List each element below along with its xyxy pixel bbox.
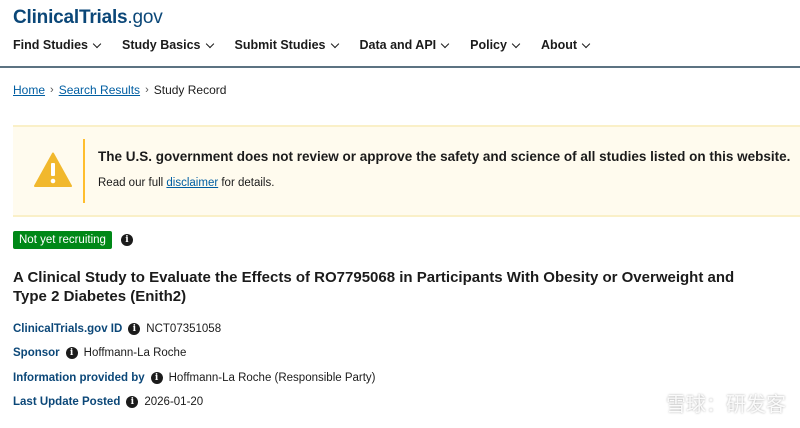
field-value: Hoffmann-La Roche (Responsible Party) xyxy=(168,372,376,384)
header-divider xyxy=(0,66,800,68)
alert-heading: The U.S. government does not review or a… xyxy=(98,149,791,164)
disclaimer-alert: The U.S. government does not review or a… xyxy=(13,125,800,217)
alert-body: Read our full disclaimer for details. xyxy=(98,177,274,189)
chevron-down-icon xyxy=(330,39,339,48)
alert-divider xyxy=(83,139,85,203)
watermark: 雪球：研发客 xyxy=(632,388,786,417)
alert-body-text: Read our full xyxy=(98,177,167,189)
info-icon[interactable]: i xyxy=(65,347,78,359)
breadcrumb-search-results-link[interactable]: Search Results xyxy=(59,83,140,97)
warning-icon xyxy=(34,152,72,187)
field-value: Hoffmann-La Roche xyxy=(83,347,187,359)
nav-label: Submit Studies xyxy=(234,38,326,52)
info-icon[interactable]: i xyxy=(126,396,139,408)
nav-label: Policy xyxy=(470,38,507,52)
site-logo[interactable]: ClinicalTrials.gov xyxy=(13,7,163,29)
main-nav: Find Studies Study Basics Submit Studies… xyxy=(13,38,611,52)
field-label: Information provided by xyxy=(13,372,145,384)
nav-find-studies[interactable]: Find Studies xyxy=(13,38,102,52)
nav-about[interactable]: About xyxy=(540,38,591,52)
status-badge: Not yet recruiting xyxy=(13,231,112,249)
nav-label: Find Studies xyxy=(13,38,88,52)
field-value: 2026-01-20 xyxy=(144,396,204,408)
info-icon[interactable]: i xyxy=(128,323,141,335)
alert-body-text: for details. xyxy=(218,177,275,189)
nav-study-basics[interactable]: Study Basics xyxy=(122,38,214,52)
breadcrumb-separator: › xyxy=(50,84,54,96)
study-title: A Clinical Study to Evaluate the Effects… xyxy=(13,269,735,305)
breadcrumb-current: Study Record xyxy=(153,83,227,97)
field-label: ClinicalTrials.gov ID xyxy=(13,323,123,335)
nav-policy[interactable]: Policy xyxy=(470,38,521,52)
nav-label: Data and API xyxy=(359,38,437,52)
field-value: NCT07351058 xyxy=(146,323,222,335)
field-sponsor: Sponsor i Hoffmann-La Roche xyxy=(13,347,186,359)
field-label: Last Update Posted xyxy=(13,396,121,408)
snowball-logo-icon xyxy=(633,389,659,416)
chevron-down-icon xyxy=(511,39,521,48)
info-icon[interactable]: i xyxy=(150,372,163,384)
field-last-update-posted: Last Update Posted i 2026-01-20 xyxy=(13,396,203,408)
nav-label: Study Basics xyxy=(122,38,201,52)
nav-data-and-api[interactable]: Data and API xyxy=(359,38,450,52)
nav-label: About xyxy=(540,38,578,52)
chevron-down-icon xyxy=(440,39,450,48)
field-information-provided-by: Information provided by i Hoffmann-La Ro… xyxy=(13,372,376,384)
disclaimer-link[interactable]: disclaimer xyxy=(166,177,218,189)
info-icon[interactable]: i xyxy=(120,234,133,246)
chevron-down-icon xyxy=(92,39,102,48)
breadcrumb-separator: › xyxy=(145,84,149,96)
nav-submit-studies[interactable]: Submit Studies xyxy=(234,38,339,52)
chevron-down-icon xyxy=(581,39,591,48)
field-trial-id: ClinicalTrials.gov ID i NCT07351058 xyxy=(13,323,221,335)
breadcrumb: Home › Search Results › Study Record xyxy=(13,83,226,97)
field-label: Sponsor xyxy=(13,347,60,359)
chevron-down-icon xyxy=(205,39,214,48)
recruitment-status: Not yet recruiting i xyxy=(13,231,133,249)
watermark-text: 雪球：研发客 xyxy=(666,392,786,416)
breadcrumb-home-link[interactable]: Home xyxy=(13,83,45,97)
